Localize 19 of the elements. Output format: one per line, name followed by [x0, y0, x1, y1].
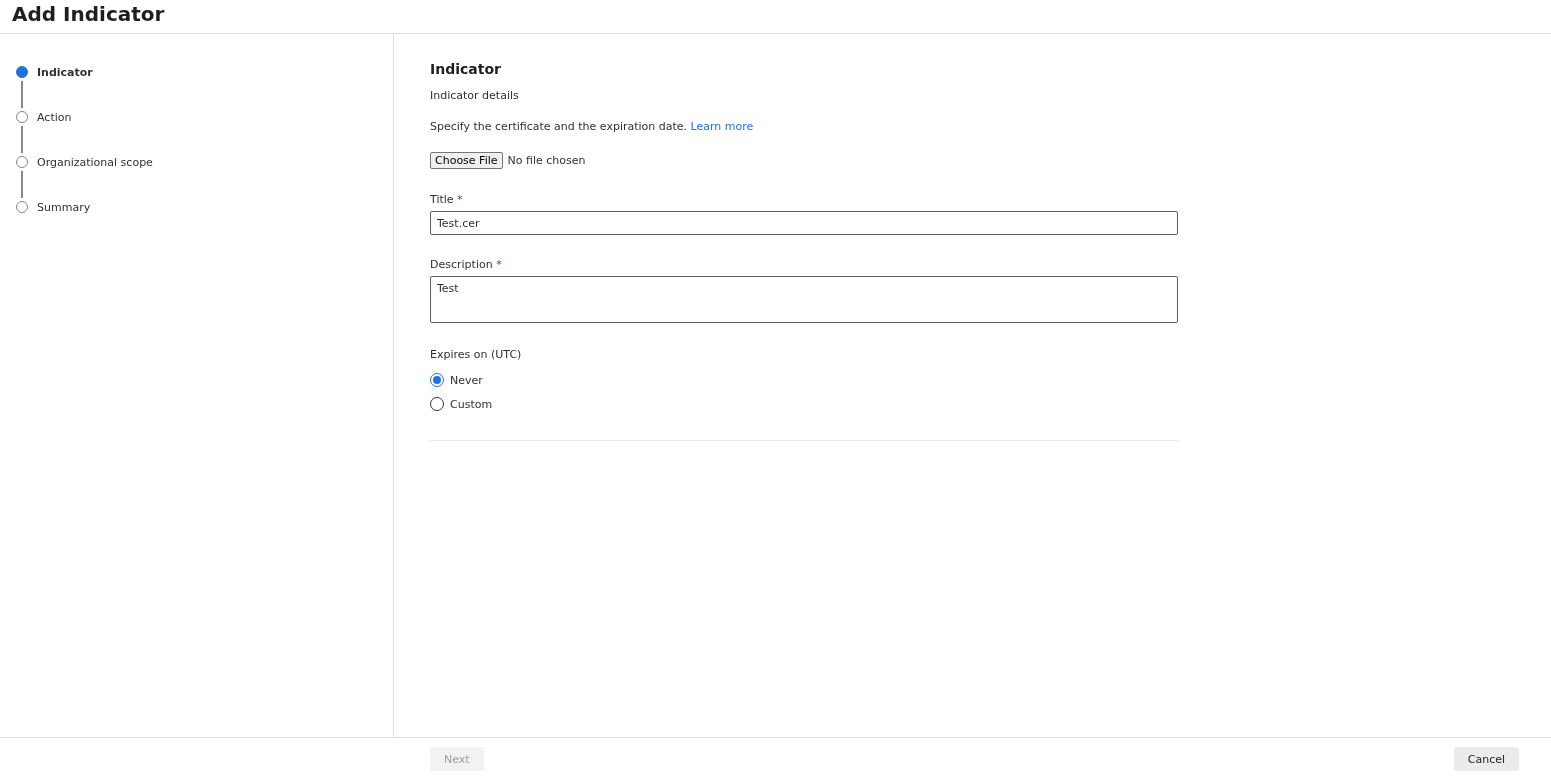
- page-title: Add Indicator: [12, 1, 165, 28]
- field-label: Description *: [430, 258, 502, 271]
- radio-label[interactable]: Custom: [450, 397, 493, 411]
- step-label[interactable]: Action: [37, 110, 72, 124]
- section-heading: Indicator: [430, 61, 501, 77]
- cancel-button[interactable]: Cancel: [1453, 747, 1519, 771]
- file-status: No file chosen: [507, 154, 586, 167]
- step-label[interactable]: Summary: [37, 200, 91, 214]
- step-label[interactable]: Organizational scope: [37, 155, 153, 169]
- description-field[interactable]: Test: [430, 276, 1178, 323]
- step-label[interactable]: Indicator: [37, 65, 93, 79]
- instructions-text: Specify the certificate and the expiration date. Learn more: [430, 120, 754, 133]
- expires-label: Expires on (UTC): [430, 348, 522, 361]
- field-label: Title *: [430, 193, 463, 206]
- learn-more-link[interactable]: Learn more: [690, 120, 754, 133]
- choose-file-button[interactable]: Choose File: [430, 152, 503, 169]
- section-subheading: Indicator details: [430, 89, 519, 102]
- radio-label[interactable]: Never: [450, 373, 483, 387]
- title-field[interactable]: Test.cer: [430, 211, 1178, 235]
